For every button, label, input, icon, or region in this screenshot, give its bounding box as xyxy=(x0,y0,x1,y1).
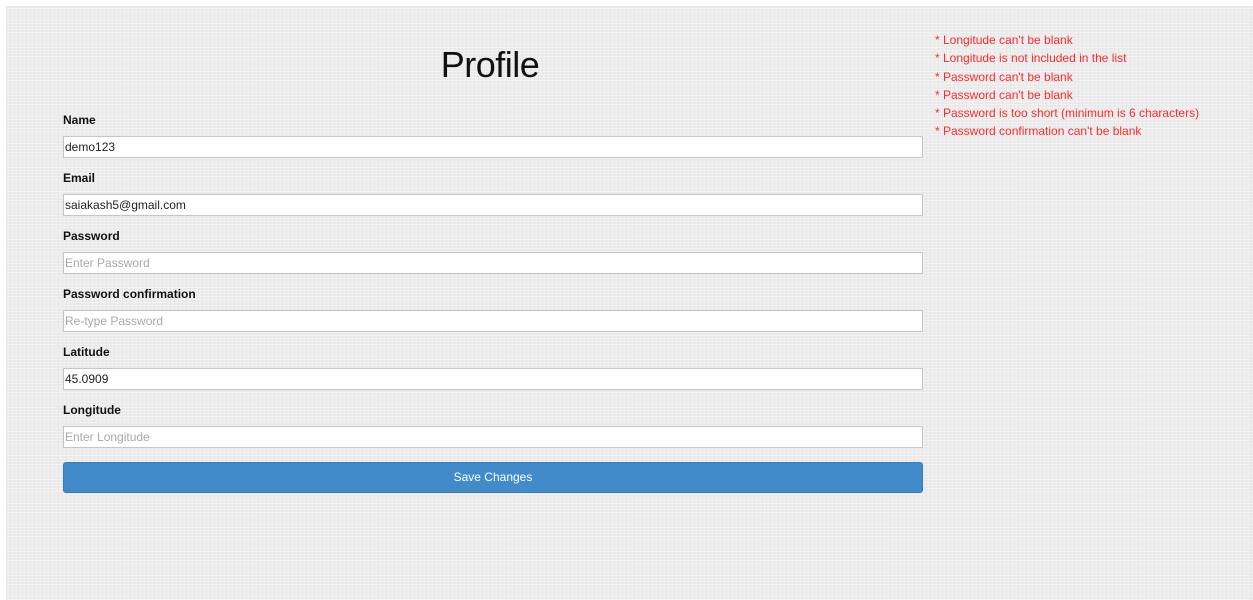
password-confirmation-input[interactable] xyxy=(63,310,923,332)
password-confirmation-field-group: Password confirmation xyxy=(63,287,923,332)
error-list: * Longitude can't be blank * Longitude i… xyxy=(935,31,1199,141)
error-message: * Password can't be blank xyxy=(935,69,1073,84)
name-label: Name xyxy=(63,113,96,127)
longitude-input[interactable] xyxy=(63,426,923,448)
error-message: * Password confirmation can't be blank xyxy=(935,124,1142,139)
email-label: Email xyxy=(63,171,96,185)
password-label: Password xyxy=(63,229,120,243)
error-message: * Password can't be blank xyxy=(935,87,1073,102)
error-message: * Password is too short (minimum is 6 ch… xyxy=(935,106,1200,121)
name-field-group: Name xyxy=(63,113,923,158)
longitude-label: Longitude xyxy=(63,403,121,417)
page-title: Profile xyxy=(440,44,540,85)
page-background: Profile * Longitude can't be blank * Lon… xyxy=(6,6,1253,600)
password-input[interactable] xyxy=(63,252,923,274)
profile-form: Name Email Password Password confirmatio… xyxy=(63,113,923,448)
latitude-input[interactable] xyxy=(63,368,923,390)
longitude-field-group: Longitude xyxy=(63,403,923,448)
email-field-group: Email xyxy=(63,171,923,216)
name-input[interactable] xyxy=(63,136,923,158)
error-message: * Longitude is not included in the list xyxy=(935,51,1127,66)
password-confirmation-label: Password confirmation xyxy=(63,287,196,301)
password-field-group: Password xyxy=(63,229,923,274)
save-changes-button[interactable]: Save Changes xyxy=(63,462,923,493)
latitude-label: Latitude xyxy=(63,345,110,359)
error-message: * Longitude can't be blank xyxy=(935,33,1073,47)
email-input[interactable] xyxy=(63,194,923,216)
latitude-field-group: Latitude xyxy=(63,345,923,390)
